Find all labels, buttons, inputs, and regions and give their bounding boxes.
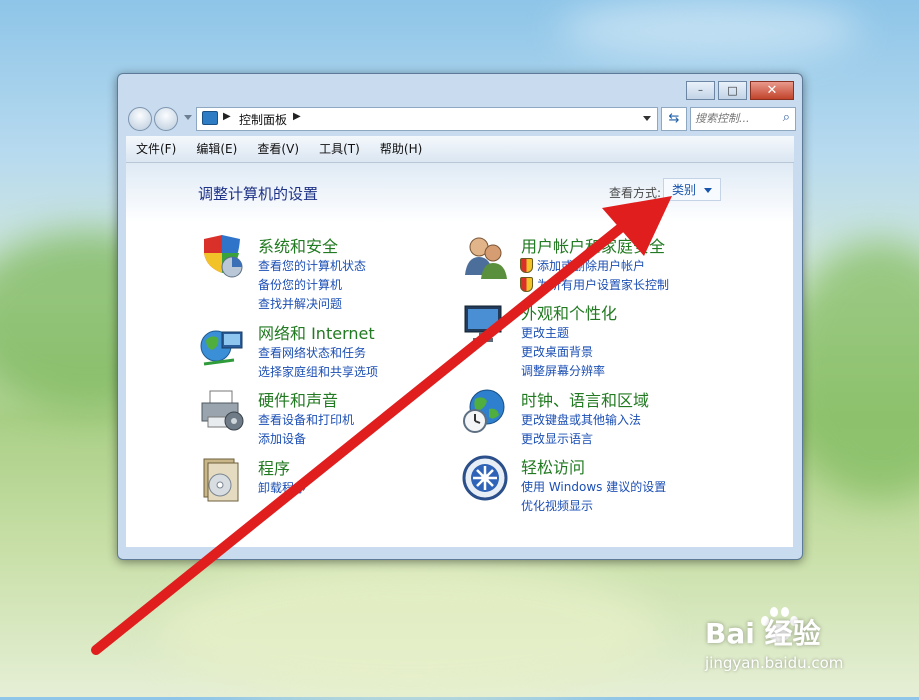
view-by-value: 类别 <box>672 183 697 197</box>
breadcrumb-chevron-icon[interactable]: ▶ <box>293 111 301 122</box>
category-link[interactable]: 查找并解决问题 <box>258 295 342 312</box>
category-link[interactable]: 添加或删除用户帐户 <box>520 257 646 274</box>
category-link[interactable]: 更改主题 <box>521 324 569 341</box>
menu-tools[interactable]: 工具(T) <box>314 136 365 162</box>
forward-button[interactable] <box>154 107 178 131</box>
close-icon: ✕ <box>766 83 778 98</box>
category-title[interactable]: 轻松访问 <box>521 454 585 478</box>
refresh-icon: ⇆ <box>668 111 680 126</box>
category-link[interactable]: 为所有用户设置家长控制 <box>520 276 670 293</box>
category-link[interactable]: 更改键盘或其他输入法 <box>521 411 641 428</box>
maximize-button[interactable]: □ <box>718 81 747 100</box>
category-network: 网络和 Internet 查看网络状态和任务 选择家庭组和共享选项 <box>198 320 438 380</box>
uac-shield-icon <box>520 258 533 273</box>
search-icon[interactable]: ⌕ <box>783 110 790 125</box>
category-link-text: 为所有用户设置家长控制 <box>537 278 670 292</box>
category-programs: 程序 卸载程序 <box>198 455 438 505</box>
uac-shield-icon <box>520 277 533 292</box>
search-input[interactable] <box>695 110 769 126</box>
maximize-icon: □ <box>727 84 738 97</box>
system-security-icon[interactable] <box>198 233 246 281</box>
category-title[interactable]: 外观和个性化 <box>521 300 617 324</box>
globe-clock-icon[interactable] <box>461 387 509 435</box>
printer-icon[interactable] <box>198 387 246 435</box>
window-controls: – □ ✕ <box>686 81 794 100</box>
view-by-label: 查看方式: <box>609 186 662 200</box>
back-button[interactable] <box>128 107 152 131</box>
category-link[interactable]: 查看您的计算机状态 <box>258 257 366 274</box>
breadcrumb-control-panel[interactable]: 控制面板 <box>239 111 287 128</box>
category-system-security: 系统和安全 查看您的计算机状态 备份您的计算机 查找并解决问题 <box>198 233 438 313</box>
category-link-text: 添加或删除用户帐户 <box>537 259 646 273</box>
menu-file[interactable]: 文件(F) <box>131 136 181 162</box>
minimize-icon: – <box>698 85 703 96</box>
recent-pages-dropdown-icon[interactable] <box>184 115 192 120</box>
category-link[interactable]: 选择家庭组和共享选项 <box>258 363 378 380</box>
category-link[interactable]: 卸载程序 <box>258 479 306 496</box>
title-bar: – □ ✕ <box>118 74 802 104</box>
ease-of-access-icon[interactable] <box>461 454 509 502</box>
refresh-button[interactable]: ⇆ <box>661 107 687 131</box>
category-link[interactable]: 优化视频显示 <box>521 497 593 514</box>
category-link[interactable]: 调整屏幕分辨率 <box>521 362 605 379</box>
menu-bar: 文件(F) 编辑(E) 查看(V) 工具(T) 帮助(H) <box>126 136 794 163</box>
category-link[interactable]: 查看网络状态和任务 <box>258 344 366 361</box>
control-panel-window: – □ ✕ ▶ 控制面板 ▶ ⇆ ⌕ 文件(F) 编辑(E) 查看(V) 工具(… <box>117 73 803 560</box>
monitor-icon[interactable] <box>461 300 509 348</box>
category-link[interactable]: 更改显示语言 <box>521 430 593 447</box>
address-bar[interactable]: ▶ 控制面板 ▶ <box>196 107 658 131</box>
users-icon[interactable] <box>461 233 509 281</box>
category-title[interactable]: 程序 <box>258 455 290 479</box>
view-by-dropdown[interactable]: 类别 <box>663 178 721 201</box>
page-title: 调整计算机的设置 <box>198 185 319 203</box>
menu-view[interactable]: 查看(V) <box>252 136 304 162</box>
network-icon[interactable] <box>198 320 246 368</box>
category-link[interactable]: 查看设备和打印机 <box>258 411 354 428</box>
chevron-down-icon <box>704 188 712 193</box>
main-content: 调整计算机的设置 查看方式: 类别 系统和安全 查看您的计算机状态 备份您的计算… <box>126 163 793 547</box>
category-clock-language: 时钟、语言和区域 更改键盘或其他输入法 更改显示语言 <box>461 387 701 447</box>
close-button[interactable]: ✕ <box>750 81 794 100</box>
menu-edit[interactable]: 编辑(E) <box>191 136 242 162</box>
category-title[interactable]: 系统和安全 <box>258 233 338 257</box>
category-user-accounts: 用户帐户和家庭安全 添加或删除用户帐户 为所有用户设置家长控制 <box>461 233 701 293</box>
category-link[interactable]: 更改桌面背景 <box>521 343 593 360</box>
category-title[interactable]: 硬件和声音 <box>258 387 338 411</box>
category-link[interactable]: 备份您的计算机 <box>258 276 342 293</box>
baidu-watermark-url: jingyan.baidu.com <box>705 654 844 672</box>
category-appearance: 外观和个性化 更改主题 更改桌面背景 调整屏幕分辨率 <box>461 300 701 380</box>
control-panel-icon <box>202 111 218 125</box>
category-ease-of-access: 轻松访问 使用 Windows 建议的设置 优化视频显示 <box>461 454 701 514</box>
menu-help[interactable]: 帮助(H) <box>375 136 427 162</box>
minimize-button[interactable]: – <box>686 81 715 100</box>
category-link[interactable]: 使用 Windows 建议的设置 <box>521 478 666 495</box>
category-title[interactable]: 网络和 Internet <box>258 320 375 344</box>
category-link[interactable]: 添加设备 <box>258 430 306 447</box>
category-title[interactable]: 时钟、语言和区域 <box>521 387 649 411</box>
search-box: ⌕ <box>690 107 796 131</box>
breadcrumb-chevron-icon[interactable]: ▶ <box>223 111 231 122</box>
category-hardware-sound: 硬件和声音 查看设备和打印机 添加设备 <box>198 387 438 447</box>
category-title[interactable]: 用户帐户和家庭安全 <box>521 233 665 257</box>
address-dropdown-icon[interactable] <box>643 116 651 121</box>
programs-icon[interactable] <box>198 455 246 503</box>
navigation-bar: ▶ 控制面板 ▶ ⇆ ⌕ <box>126 105 796 133</box>
baidu-watermark: Bai 经验 <box>705 617 821 650</box>
